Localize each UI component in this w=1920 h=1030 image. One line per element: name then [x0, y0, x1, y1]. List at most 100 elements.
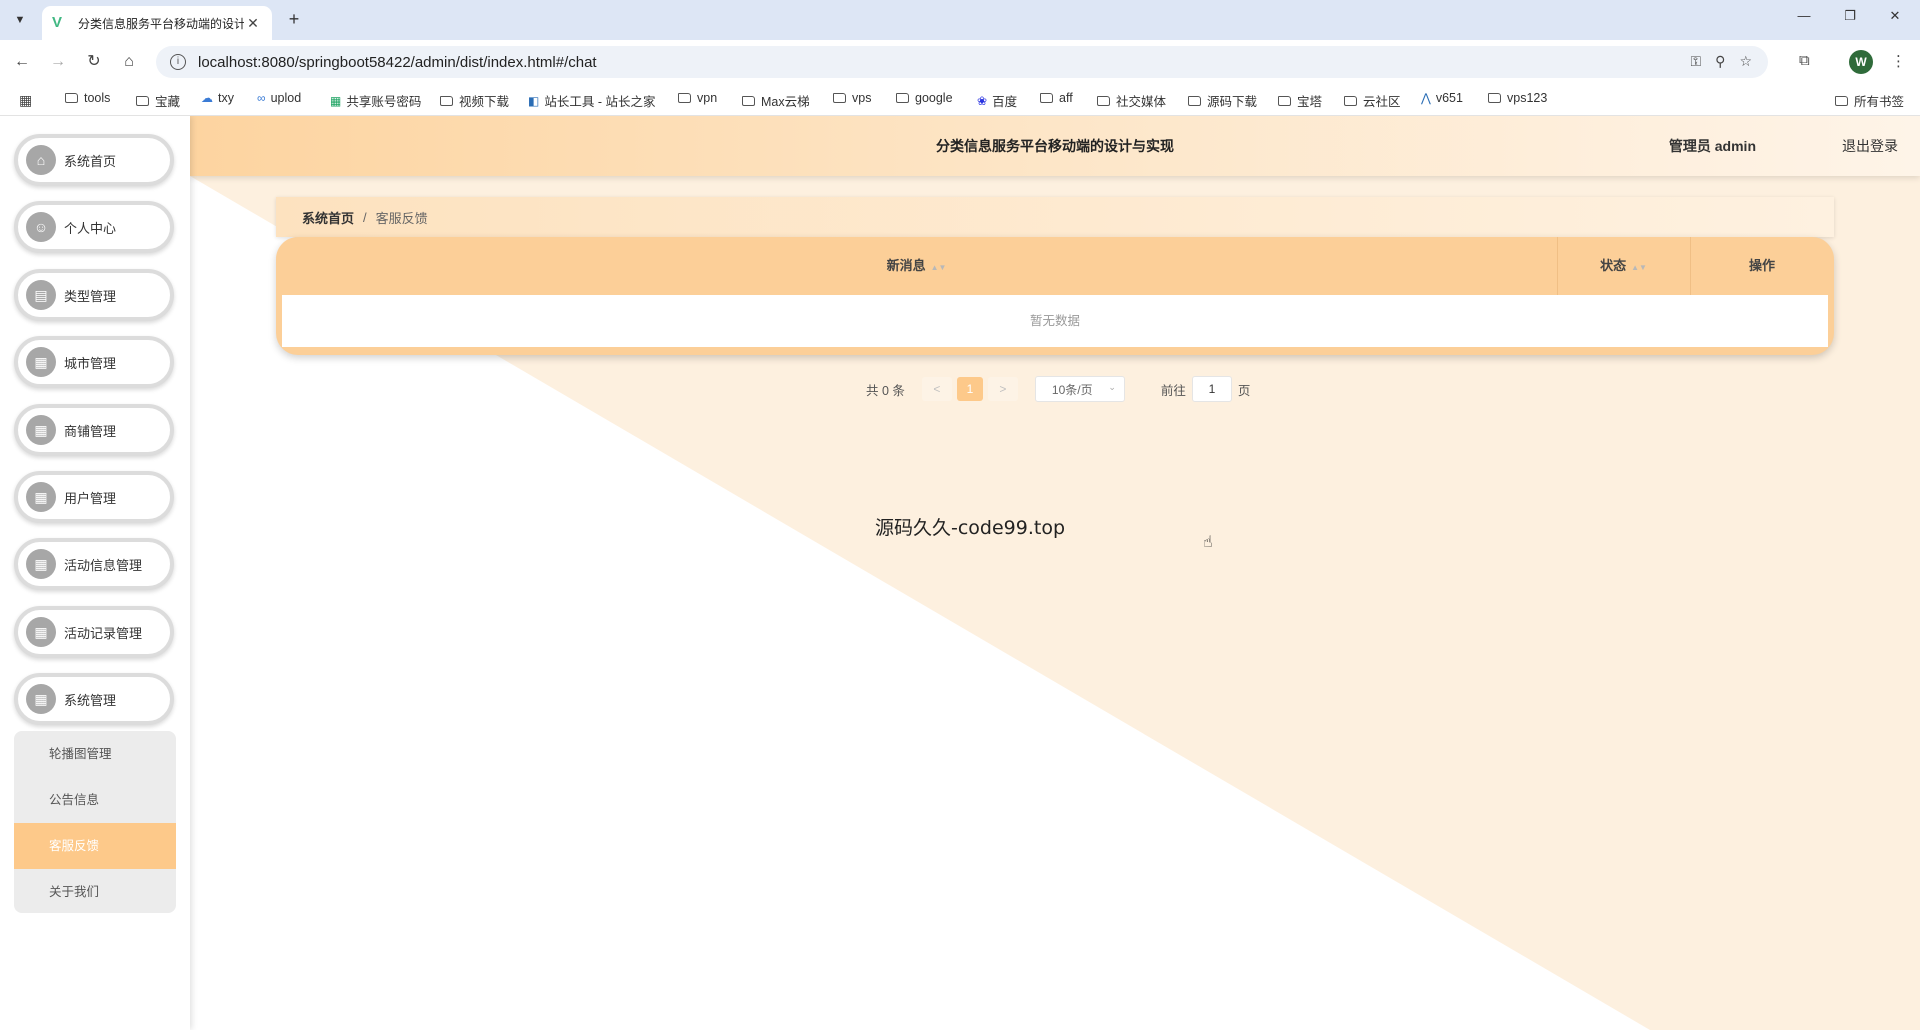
app-header: 分类信息服务平台移动端的设计与实现 管理员 admin 退出登录 — [190, 116, 1920, 176]
folder-icon — [1835, 95, 1848, 106]
minimize-icon[interactable]: — — [1789, 8, 1819, 23]
column-header-new-message[interactable]: 新消息 ▲▼ — [276, 237, 1557, 295]
sidebar-item-home[interactable]: ⌂ 系统首页 — [14, 134, 174, 186]
current-user: 管理员 admin — [1668, 138, 1756, 154]
pagination-total: 共 0 条 — [866, 383, 905, 398]
bookmark-baidu[interactable]: ❀ 百度 — [977, 91, 1017, 110]
vue-favicon-icon: V — [52, 14, 63, 31]
breadcrumb-current: 客服反馈 — [375, 210, 428, 226]
profile-avatar[interactable]: W — [1849, 50, 1873, 74]
sort-caret-icon[interactable]: ▲▼ — [931, 263, 947, 272]
submenu-carousel[interactable]: 轮播图管理 — [14, 731, 176, 777]
sort-caret-icon[interactable]: ▲▼ — [1631, 263, 1647, 272]
chevron-down-icon: ⌄ — [1108, 382, 1116, 392]
breadcrumb-home[interactable]: 系统首页 — [302, 208, 354, 227]
restore-icon[interactable]: ❐ — [1835, 8, 1865, 24]
bookmark-google[interactable]: google — [896, 91, 953, 105]
page-suffix: 页 — [1237, 383, 1251, 398]
back-arrow-icon[interactable]: ← — [11, 52, 33, 74]
bookmark-max[interactable]: Max云梯 — [742, 91, 810, 110]
new-tab-plus-icon[interactable]: + — [282, 8, 306, 32]
browser-toolbar: ← → ↻ ⌂ i localhost:8080/springboot58422… — [0, 40, 1920, 84]
sidebar-item-city-management[interactable]: ▦ 城市管理 — [14, 336, 174, 388]
folder-icon — [742, 95, 755, 106]
browser-menu-icon[interactable]: ⋮ — [1891, 52, 1906, 70]
folder-icon — [1097, 95, 1110, 106]
bookmark-social[interactable]: 社交媒体 — [1097, 91, 1166, 110]
pagination: 共 0 条 < 1 > 10条/页 ⌄ 前往 页 — [866, 376, 1250, 402]
v651-icon: ⋀ — [1421, 91, 1431, 105]
folder-icon — [136, 95, 149, 106]
goto-label: 前往 — [1160, 383, 1186, 398]
app-title: 分类信息服务平台移动端的设计与实现 — [936, 138, 1174, 154]
column-header-status[interactable]: 状态 ▲▼ — [1557, 237, 1690, 295]
extensions-puzzle-icon[interactable]: ⧉ — [1799, 52, 1810, 69]
logout-link[interactable]: 退出登录 — [1842, 116, 1898, 176]
window-close-icon[interactable]: ✕ — [1880, 8, 1910, 24]
app-root: ⌂ 系统首页 ☺ 个人中心 ▤ 类型管理 ▦ 城市管理 ▦ 商铺管理 ▦ 用户管… — [0, 116, 1920, 1030]
baidu-paw-icon: ❀ — [977, 93, 988, 108]
bookmark-all[interactable]: 所有书签 — [1835, 91, 1904, 110]
watermark-text: 源码久久-code99.top — [875, 517, 1066, 539]
home-page-icon[interactable]: ⌂ — [118, 52, 140, 74]
submenu-announcements[interactable]: 公告信息 — [14, 777, 176, 823]
bookmark-baozang[interactable]: 宝藏 — [136, 91, 180, 110]
prev-page-button[interactable]: < — [921, 377, 952, 401]
sidebar-item-profile[interactable]: ☺ 个人中心 — [14, 201, 174, 253]
sidebar-item-activity-records[interactable]: ▦ 活动记录管理 — [14, 606, 174, 658]
browser-tab-active[interactable]: V 分类信息服务平台移动端的设计与实现 ✕ — [42, 6, 272, 40]
submenu-customer-feedback[interactable]: 客服反馈 — [14, 823, 176, 869]
grid-icon: ▦ — [26, 347, 56, 377]
apps-grid-icon[interactable]: ▦ — [19, 92, 32, 109]
folder-icon — [1488, 93, 1501, 103]
sidebar-item-shop-management[interactable]: ▦ 商铺管理 — [14, 404, 174, 456]
site-info-icon[interactable]: i — [170, 54, 186, 70]
tab-close-icon[interactable]: ✕ — [244, 15, 262, 32]
tab-title: 分类信息服务平台移动端的设计与实现 — [78, 16, 244, 31]
goto-page-input[interactable] — [1191, 376, 1232, 402]
grid-icon: ▦ — [26, 482, 56, 512]
grid-icon: ▦ — [26, 549, 56, 579]
bookmark-video-download[interactable]: 视频下载 — [440, 91, 509, 110]
bookmark-cloud-community[interactable]: 云社区 — [1344, 91, 1401, 110]
bookmark-vps123[interactable]: vps123 — [1488, 91, 1547, 105]
feedback-table: 新消息 ▲▼ 状态 ▲▼ 操作 暂无数据 — [276, 237, 1834, 355]
bookmark-aff[interactable]: aff — [1040, 91, 1073, 105]
zoom-icon[interactable]: ⚲ — [1715, 53, 1725, 70]
bookmark-txy[interactable]: ☁ txy — [201, 91, 234, 105]
system-submenu: 轮播图管理 公告信息 客服反馈 关于我们 — [14, 731, 176, 913]
bookmark-tools[interactable]: tools — [65, 91, 110, 105]
address-bar[interactable]: i localhost:8080/springboot58422/admin/d… — [156, 46, 1768, 78]
bookmark-baota[interactable]: 宝塔 — [1278, 91, 1322, 110]
password-key-icon[interactable]: ⚿ — [1691, 53, 1702, 70]
folder-icon — [1188, 95, 1201, 106]
next-page-button[interactable]: > — [987, 377, 1018, 401]
table-empty-text: 暂无数据 — [282, 295, 1828, 347]
bookmark-source-download[interactable]: 源码下载 — [1188, 91, 1257, 110]
sidebar-item-type-management[interactable]: ▤ 类型管理 — [14, 269, 174, 321]
address-url[interactable]: localhost:8080/springboot58422/admin/dis… — [198, 54, 597, 71]
bookmark-chinaz[interactable]: ◧ 站长工具 - 站长之家 — [528, 91, 655, 110]
breadcrumb-separator: / — [363, 209, 367, 225]
grid-icon: ▦ — [26, 415, 56, 445]
sidebar-item-activity-info[interactable]: ▦ 活动信息管理 — [14, 538, 174, 590]
page-number-current[interactable]: 1 — [956, 377, 983, 401]
sidebar-item-user-management[interactable]: ▦ 用户管理 — [14, 471, 174, 523]
bookmark-star-icon[interactable]: ☆ — [1739, 53, 1752, 70]
bookmark-vps[interactable]: vps — [833, 91, 871, 105]
folder-icon — [440, 95, 453, 106]
bookmark-uplod[interactable]: ∞ uplod — [257, 91, 301, 105]
clipboard-icon: ▤ — [26, 280, 56, 310]
grid-icon: ▦ — [26, 684, 56, 714]
folder-icon — [1278, 95, 1291, 106]
sidebar-item-system-management[interactable]: ▦ 系统管理 — [14, 673, 174, 725]
bookmark-v651[interactable]: ⋀ v651 — [1421, 91, 1463, 105]
home-icon: ⌂ — [26, 145, 56, 175]
bookmark-vpn[interactable]: vpn — [678, 91, 717, 105]
reload-icon[interactable]: ↻ — [83, 52, 105, 74]
tab-list-chevron-icon[interactable]: ▼ — [8, 8, 32, 32]
forward-arrow-icon[interactable]: → — [47, 52, 69, 74]
submenu-about-us[interactable]: 关于我们 — [14, 869, 176, 913]
page-size-select[interactable]: 10条/页 ⌄ — [1034, 376, 1125, 402]
bookmark-shared-accounts[interactable]: ▦ 共享账号密码 — [330, 91, 421, 110]
